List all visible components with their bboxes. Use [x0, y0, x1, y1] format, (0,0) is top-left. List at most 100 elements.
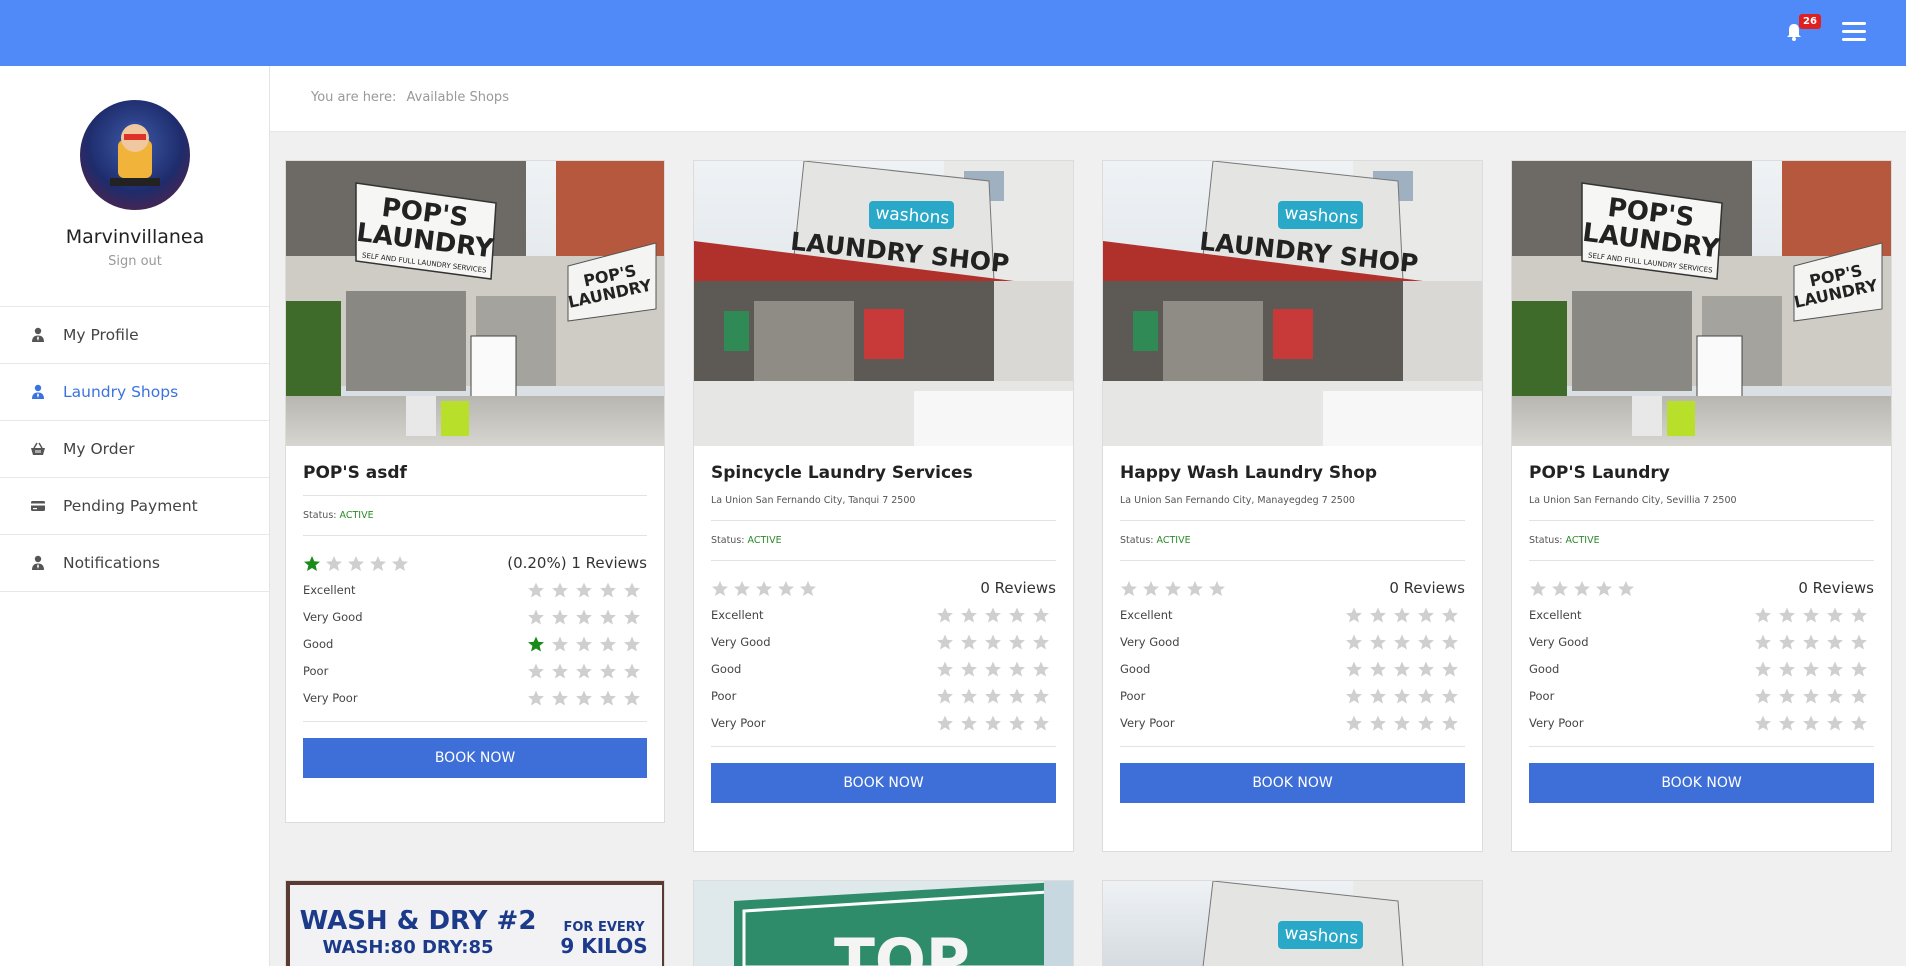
star-empty-icon: [1370, 688, 1386, 703]
star-empty-icon: [1346, 607, 1362, 622]
shop-name[interactable]: POP'S asdf: [303, 463, 647, 483]
star-empty-icon: [800, 580, 816, 596]
star-empty-icon: [1803, 661, 1819, 676]
star-empty-icon: [1827, 634, 1843, 649]
star-empty-icon: [1442, 715, 1458, 730]
star-empty-icon: [1346, 715, 1362, 730]
sidebar-menu: My Profile Laundry Shops My Order Pendin…: [0, 306, 270, 592]
star-empty-icon: [937, 661, 953, 676]
sign-out-link[interactable]: Sign out: [0, 254, 270, 269]
rating-row: Good: [1120, 655, 1465, 682]
book-now-button[interactable]: BOOK NOW: [1120, 763, 1465, 803]
star-empty-icon: [1755, 661, 1771, 676]
star-empty-icon: [576, 663, 592, 678]
rating-row: Good: [303, 630, 647, 657]
star-empty-icon: [985, 688, 1001, 703]
star-empty-icon: [1851, 688, 1867, 703]
star-empty-icon: [624, 690, 640, 705]
star-empty-icon: [1370, 661, 1386, 676]
shop-address: La Union San Fernando City, Sevillia 7 2…: [1529, 495, 1737, 506]
star-empty-icon: [1346, 661, 1362, 676]
sidebar-item-label: Laundry Shops: [63, 383, 179, 401]
star-empty-icon: [1394, 688, 1410, 703]
rating-breakdown: Excellent Very Good Good Poor Very Poor: [303, 576, 647, 711]
shop-photo: TOP: [694, 881, 1073, 966]
shop-card: washons: [1102, 880, 1483, 966]
sidebar-item-laundry-shops[interactable]: Laundry Shops: [0, 364, 270, 421]
shop-status: Status: ACTIVE: [303, 510, 374, 521]
star-empty-icon: [712, 580, 728, 596]
rating-row: Excellent: [1120, 601, 1465, 628]
star-empty-icon: [1779, 607, 1795, 622]
shop-status: Status: ACTIVE: [1120, 535, 1191, 546]
breadcrumb-current[interactable]: Available Shops: [407, 90, 509, 105]
star-empty-icon: [937, 715, 953, 730]
star-empty-icon: [392, 555, 408, 571]
rating-row: Good: [1529, 655, 1874, 682]
shop-sign-text: WASH & DRY #2: [300, 906, 537, 936]
star-empty-icon: [1394, 634, 1410, 649]
rating-summary: 0 Reviews: [1529, 579, 1874, 597]
star-empty-icon: [1187, 580, 1203, 596]
star-empty-icon: [1442, 634, 1458, 649]
shop-photo: washons: [1103, 881, 1482, 966]
rating-row: Poor: [1529, 682, 1874, 709]
star-empty-icon: [576, 690, 592, 705]
rating-row: Good: [711, 655, 1056, 682]
star-empty-icon: [1009, 688, 1025, 703]
shop-address: La Union San Fernando City, Manayegdeg 7…: [1120, 495, 1355, 506]
star-empty-icon: [985, 634, 1001, 649]
star-empty-icon: [1596, 580, 1612, 596]
star-empty-icon: [528, 690, 544, 705]
shop-card: washons LAUNDRY SHOP Spincycle Laundry S…: [693, 160, 1074, 852]
book-now-button[interactable]: BOOK NOW: [303, 738, 647, 778]
star-empty-icon: [1779, 715, 1795, 730]
sidebar-item-my-order[interactable]: My Order: [0, 421, 270, 478]
rating-row: Very Good: [1120, 628, 1465, 655]
star-empty-icon: [937, 688, 953, 703]
star-empty-icon: [756, 580, 772, 596]
star-empty-icon: [1552, 580, 1568, 596]
rating-summary: (0.20%) 1 Reviews: [303, 554, 647, 572]
sidebar-item-notifications[interactable]: Notifications: [0, 535, 270, 592]
star-empty-icon: [937, 607, 953, 622]
book-now-button[interactable]: BOOK NOW: [711, 763, 1056, 803]
star-empty-icon: [1442, 688, 1458, 703]
shop-sign-text: 9 KILOS: [560, 934, 647, 958]
rating-row: Excellent: [303, 576, 647, 603]
shop-photo: WASH & DRY #2 WASH:80 DRY:85 FOR EVERY 9…: [286, 881, 664, 966]
overall-stars: [711, 580, 821, 597]
sidebar-item-label: My Order: [63, 440, 135, 458]
overall-stars: [1120, 580, 1230, 597]
book-now-button[interactable]: BOOK NOW: [1529, 763, 1874, 803]
star-empty-icon: [985, 715, 1001, 730]
star-empty-icon: [961, 688, 977, 703]
shop-name[interactable]: Spincycle Laundry Services: [711, 463, 1056, 483]
sidebar-item-my-profile[interactable]: My Profile: [0, 307, 270, 364]
star-empty-icon: [1827, 607, 1843, 622]
star-empty-icon: [552, 582, 568, 597]
status-badge: ACTIVE: [339, 510, 374, 521]
star-empty-icon: [1346, 634, 1362, 649]
sidebar-item-label: Pending Payment: [63, 497, 198, 515]
star-empty-icon: [552, 690, 568, 705]
sidebar-item-pending-payment[interactable]: Pending Payment: [0, 478, 270, 535]
star-empty-icon: [600, 582, 616, 597]
star-empty-icon: [624, 636, 640, 651]
rating-row: Poor: [303, 657, 647, 684]
user-name: Marvinvillanea: [65, 226, 205, 248]
breadcrumb: You are here: Available Shops: [311, 90, 509, 105]
star-empty-icon: [1755, 715, 1771, 730]
star-empty-icon: [1803, 607, 1819, 622]
shop-name[interactable]: Happy Wash Laundry Shop: [1120, 463, 1465, 483]
avatar[interactable]: [80, 100, 190, 210]
shop-name[interactable]: POP'S Laundry: [1529, 463, 1874, 483]
star-empty-icon: [1033, 634, 1049, 649]
shop-sign-text: TOP: [834, 926, 970, 966]
star-empty-icon: [576, 609, 592, 624]
star-filled-icon: [528, 636, 544, 651]
rating-row: Very Poor: [1120, 709, 1465, 736]
hamburger-menu-icon[interactable]: [1842, 22, 1866, 41]
star-empty-icon: [552, 636, 568, 651]
status-badge: ACTIVE: [1565, 535, 1600, 546]
